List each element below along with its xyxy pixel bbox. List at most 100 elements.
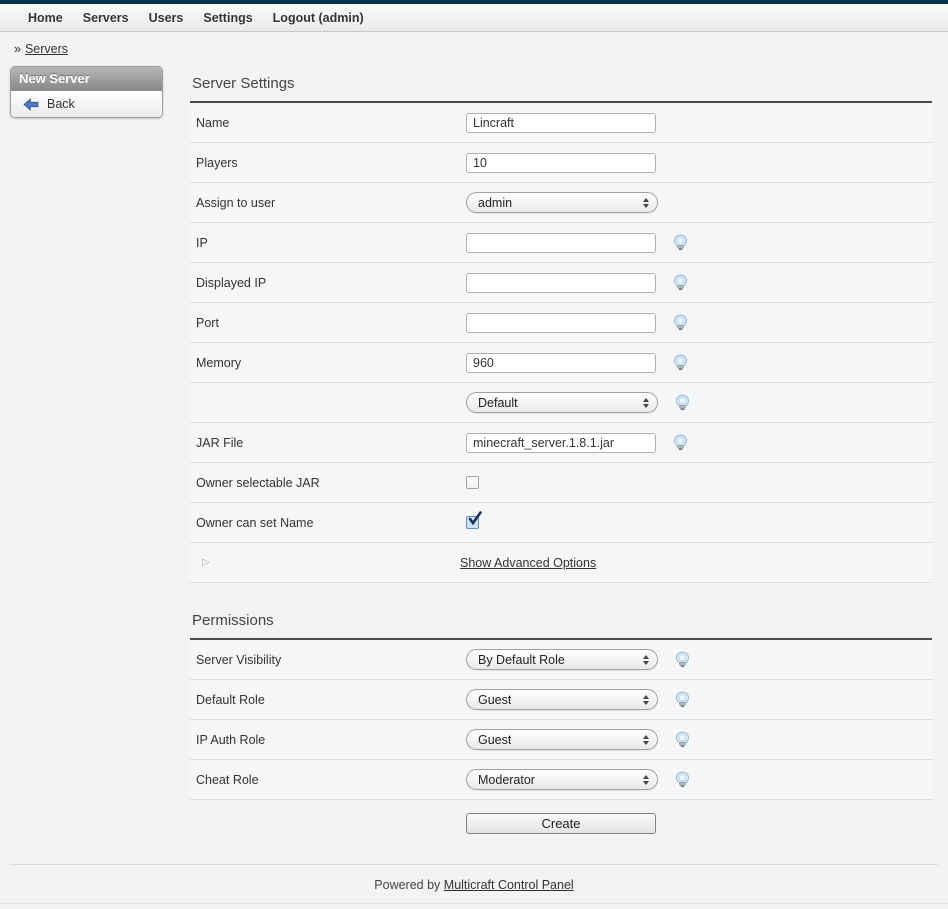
control-cell — [466, 113, 656, 133]
selected-value: Default — [478, 396, 518, 410]
form-row-default: Default — [190, 383, 932, 423]
nav-item-logout-admin[interactable]: Logout (admin) — [263, 11, 374, 25]
port-input[interactable] — [466, 313, 656, 333]
field-label: Players — [190, 156, 466, 170]
field-label: Default Role — [190, 693, 466, 707]
players-input[interactable] — [466, 153, 656, 173]
sidebar-item-back-label: Back — [47, 97, 75, 111]
owner-selectable-jar-checkbox[interactable] — [466, 476, 479, 489]
selected-value: By Default Role — [478, 653, 565, 667]
form-row-players: Players — [190, 143, 932, 183]
form-row-ip: IP — [190, 223, 932, 263]
nav-item-servers[interactable]: Servers — [73, 11, 139, 25]
default-select[interactable]: Default — [466, 392, 658, 413]
nav-item-home[interactable]: Home — [18, 11, 73, 25]
control-cell — [466, 353, 689, 373]
show-advanced-options-link[interactable]: Show Advanced Options — [460, 556, 596, 570]
default-role-select[interactable]: Guest — [466, 689, 658, 710]
field-label: JAR File — [190, 436, 466, 450]
breadcrumb: » Servers — [0, 32, 948, 64]
nav-item-settings[interactable]: Settings — [193, 11, 262, 25]
section-title-server-settings: Server Settings — [190, 64, 932, 103]
field-label: Owner can set Name — [190, 516, 466, 530]
help-lightbulb-icon[interactable] — [674, 394, 691, 411]
create-row: Create — [190, 800, 932, 854]
sidebar-item-back[interactable]: Back — [11, 91, 162, 117]
field-label: Server Visibility — [190, 653, 466, 667]
field-label: Owner selectable JAR — [190, 476, 466, 490]
ip-input[interactable] — [466, 233, 656, 253]
breadcrumb-link-servers[interactable]: Servers — [25, 42, 68, 56]
control-cell: Moderator — [466, 769, 691, 790]
breadcrumb-symbol: » — [14, 42, 21, 56]
field-label: IP Auth Role — [190, 733, 466, 747]
nav-item-users[interactable]: Users — [139, 11, 194, 25]
server-visibility-select[interactable]: By Default Role — [466, 649, 658, 670]
select-stepper-icon — [643, 695, 649, 705]
selected-value: Guest — [478, 693, 511, 707]
help-lightbulb-icon[interactable] — [674, 651, 691, 668]
form-row-owner-selectable-jar: Owner selectable JAR — [190, 463, 932, 503]
help-lightbulb-icon[interactable] — [672, 354, 689, 371]
displayed-ip-input[interactable] — [466, 273, 656, 293]
name-input[interactable] — [466, 113, 656, 133]
bottom-divider — [0, 903, 948, 909]
form-row-cheat-role: Cheat Role Moderator — [190, 760, 932, 800]
control-cell — [466, 273, 689, 293]
control-cell — [466, 476, 479, 489]
field-label: Port — [190, 316, 466, 330]
memory-input[interactable] — [466, 353, 656, 373]
help-lightbulb-icon[interactable] — [674, 691, 691, 708]
help-lightbulb-icon[interactable] — [672, 314, 689, 331]
form-row-jar-file: JAR File — [190, 423, 932, 463]
expander-triangle-icon[interactable]: ▷ — [190, 557, 460, 568]
cheat-role-select[interactable]: Moderator — [466, 769, 658, 790]
form-row-ip-auth-role: IP Auth Role Guest — [190, 720, 932, 760]
control-cell: Show Advanced Options — [460, 556, 596, 570]
form-row-assign-to-user: Assign to user admin — [190, 183, 932, 223]
help-lightbulb-icon[interactable] — [672, 434, 689, 451]
main-nav: HomeServersUsersSettingsLogout (admin) — [0, 4, 948, 32]
selected-value: Guest — [478, 733, 511, 747]
help-lightbulb-icon[interactable] — [672, 274, 689, 291]
sidebar-menu: New Server Back — [10, 66, 163, 118]
owner-can-set-name-checkbox[interactable] — [466, 516, 479, 529]
form-row-displayed-ip: Displayed IP — [190, 263, 932, 303]
field-label: Cheat Role — [190, 773, 466, 787]
assign-to-user-select[interactable]: admin — [466, 192, 658, 213]
control-cell — [466, 313, 689, 333]
footer-text: Powered by — [374, 878, 440, 892]
field-label: Memory — [190, 356, 466, 370]
form-row-port: Port — [190, 303, 932, 343]
help-lightbulb-icon[interactable] — [674, 771, 691, 788]
footer-link-multicraft[interactable]: Multicraft Control Panel — [444, 878, 574, 892]
control-cell — [466, 233, 689, 253]
form-row-default-role: Default Role Guest — [190, 680, 932, 720]
field-label: IP — [190, 236, 466, 250]
ip-auth-role-select[interactable]: Guest — [466, 729, 658, 750]
create-button[interactable]: Create — [466, 813, 656, 834]
control-cell: By Default Role — [466, 649, 691, 670]
select-stepper-icon — [643, 198, 649, 208]
control-cell — [466, 153, 656, 173]
field-label: Name — [190, 116, 466, 130]
selected-value: admin — [478, 196, 512, 210]
form-row-memory: Memory — [190, 343, 932, 383]
select-stepper-icon — [643, 655, 649, 665]
control-cell: admin — [466, 192, 658, 213]
footer: Powered by Multicraft Control Panel — [10, 864, 938, 903]
help-lightbulb-icon[interactable] — [674, 731, 691, 748]
field-label: Displayed IP — [190, 276, 466, 290]
help-lightbulb-icon[interactable] — [672, 234, 689, 251]
selected-value: Moderator — [478, 773, 535, 787]
form-area: Server Settings Name Players Assign to user… — [190, 64, 932, 854]
form-row-server-visibility: Server Visibility By Default Role — [190, 640, 932, 680]
control-cell: Guest — [466, 729, 691, 750]
section-title-permissions: Permissions — [190, 601, 932, 640]
field-label: Assign to user — [190, 196, 466, 210]
control-cell: Guest — [466, 689, 691, 710]
form-row-owner-can-set-name: Owner can set Name — [190, 503, 932, 543]
jar-file-input[interactable] — [466, 433, 656, 453]
select-stepper-icon — [643, 398, 649, 408]
back-arrow-icon — [23, 98, 39, 111]
